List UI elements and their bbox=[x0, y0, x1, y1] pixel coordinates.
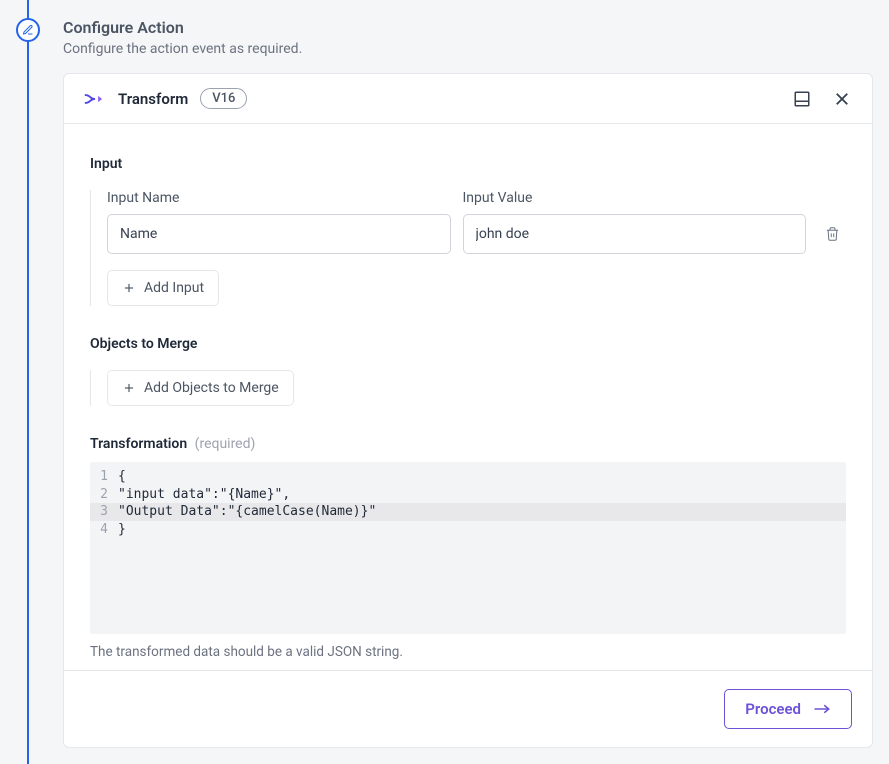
timeline-line bbox=[27, 0, 29, 764]
add-input-label: Add Input bbox=[144, 280, 204, 296]
code-text: "input data":"{Name}", bbox=[118, 486, 846, 504]
add-merge-button[interactable]: Add Objects to Merge bbox=[107, 370, 294, 406]
code-text: } bbox=[118, 521, 846, 539]
code-line[interactable]: 2"input data":"{Name}", bbox=[90, 486, 846, 504]
plus-icon bbox=[122, 381, 136, 395]
input-name-field[interactable] bbox=[107, 214, 451, 254]
code-line[interactable]: 1{ bbox=[90, 468, 846, 486]
input-value-field[interactable] bbox=[463, 214, 807, 254]
transform-label: Transform bbox=[118, 90, 188, 108]
line-number: 2 bbox=[90, 486, 118, 504]
delete-row-icon[interactable] bbox=[825, 226, 840, 242]
step-subtitle: Configure the action event as required. bbox=[63, 41, 873, 57]
transformation-section: Transformation (required) 1{2"input data… bbox=[90, 436, 846, 660]
code-text: { bbox=[118, 468, 846, 486]
config-card: Transform V16 Input Input Name bbox=[63, 73, 873, 748]
merge-section: Add Objects to Merge bbox=[90, 370, 846, 406]
card-footer: Proceed bbox=[64, 670, 872, 747]
line-number: 1 bbox=[90, 468, 118, 486]
code-line[interactable]: 3"Output Data":"{camelCase(Name)}" bbox=[90, 503, 846, 521]
plus-icon bbox=[122, 281, 136, 295]
add-input-button[interactable]: Add Input bbox=[107, 270, 219, 306]
input-section-label: Input bbox=[90, 156, 846, 172]
code-text: "Output Data":"{camelCase(Name)}" bbox=[118, 503, 846, 521]
input-name-label: Input Name bbox=[107, 190, 451, 206]
input-section: Input Name Input Value Add bbox=[90, 190, 846, 306]
transformation-label: Transformation bbox=[90, 436, 187, 452]
step-title: Configure Action bbox=[63, 18, 873, 37]
panel-icon[interactable] bbox=[792, 89, 812, 109]
line-number: 3 bbox=[90, 503, 118, 521]
arrow-right-icon bbox=[813, 703, 831, 715]
code-editor[interactable]: 1{2"input data":"{Name}",3"Output Data":… bbox=[90, 462, 846, 634]
proceed-label: Proceed bbox=[745, 700, 801, 718]
transform-icon bbox=[84, 91, 106, 107]
merge-section-label: Objects to Merge bbox=[90, 336, 846, 352]
line-number: 4 bbox=[90, 521, 118, 539]
step-node-icon bbox=[16, 18, 40, 42]
input-row: Input Name Input Value bbox=[107, 190, 846, 254]
card-header: Transform V16 bbox=[64, 74, 872, 124]
close-icon[interactable] bbox=[832, 89, 852, 109]
input-value-label: Input Value bbox=[463, 190, 807, 206]
add-merge-label: Add Objects to Merge bbox=[144, 380, 279, 396]
code-line[interactable]: 4} bbox=[90, 521, 846, 539]
required-tag: (required) bbox=[195, 436, 256, 452]
version-badge[interactable]: V16 bbox=[200, 88, 247, 109]
proceed-button[interactable]: Proceed bbox=[724, 689, 852, 729]
transformation-hint: The transformed data should be a valid J… bbox=[90, 644, 846, 660]
